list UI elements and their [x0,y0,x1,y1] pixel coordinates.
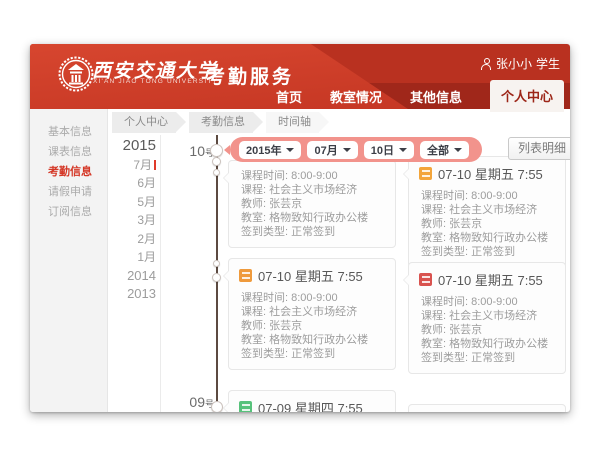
nav-item-personal-center[interactable]: 个人中心 [490,80,564,112]
status-badge-icon [239,401,252,412]
sidebar-item-attendance-info[interactable]: 考勤信息 [30,162,107,182]
course-time: 课程时间: 8:00-9:00 [241,169,383,183]
card-pointer [223,172,229,184]
sidebar: 基本信息 课表信息 考勤信息 请假申请 订阅信息 [30,109,108,412]
chevron-down-icon [399,148,407,152]
breadcrumb-timeline[interactable]: 时间轴 [266,112,319,133]
scope-dropdown[interactable]: 全部 [420,141,469,159]
course-time: 课程时间: 8:00-9:00 [241,291,383,305]
person-icon [481,58,492,69]
attendance-card: 07-09 星期四 7:55 课程时间: 8:00-9:00 课程: 社会主义市… [228,390,396,412]
classroom: 教室: 格物致知行政办公楼 [421,231,553,245]
month-nav-may[interactable]: 5月 [110,193,156,212]
classroom: 教室: 格物致知行政办公楼 [421,337,553,351]
breadcrumb-attendance-info[interactable]: 考勤信息 [189,112,253,133]
timeline-node [212,273,221,282]
chevron-down-icon [343,148,351,152]
app-header: 西安交通大学 XI'AN JIAO TONG UNIVERSITY 考勤服务 张… [30,44,570,109]
sidebar-item-basic-info[interactable]: 基本信息 [30,122,107,142]
filter-bar: 2015年 07月 10日 全部 [230,137,482,162]
teacher: 教师: 张芸京 [421,323,553,337]
month-nav-jul[interactable]: 7月 [110,156,156,175]
timeline-node [211,401,223,412]
nav-item-other-info[interactable]: 其他信息 [410,87,462,106]
card-pointer [403,168,409,180]
month-nav-mar[interactable]: 3月 [110,211,156,230]
chevron-down-icon [454,148,462,152]
nav-item-home[interactable]: 首页 [276,87,302,106]
month-nav-jun[interactable]: 6月 [110,174,156,193]
breadcrumb: 个人中心 考勤信息 时间轴 [112,112,332,133]
month-dropdown[interactable]: 07月 [307,141,357,159]
sidebar-item-subscription-info[interactable]: 订阅信息 [30,202,107,222]
day-dropdown[interactable]: 10日 [364,141,414,159]
card-title: 07-10 星期五 7:55 [438,164,543,183]
university-name-en: XI'AN JIAO TONG UNIVERSITY [93,78,218,85]
signin-type: 签到类型: 正常签到 [241,347,383,361]
vertical-divider [160,135,161,412]
signin-type: 签到类型: 正常签到 [421,351,553,365]
course-time: 课程时间: 8:00-9:00 [421,295,553,309]
course-name: 课程: 社会主义市场经济 [421,309,553,323]
status-badge-icon [419,167,432,180]
timeline-node [210,144,223,157]
card-pointer [403,274,409,286]
course-name: 课程: 社会主义市场经济 [241,183,383,197]
university-logo-icon [58,56,94,92]
card-title: 07-10 星期五 7:55 [438,270,543,289]
app-window: 西安交通大学 XI'AN JIAO TONG UNIVERSITY 考勤服务 张… [30,44,570,412]
timeline-node [212,157,221,166]
card-title: 07-10 星期五 7:55 [258,266,363,285]
timeline-cursor [154,160,156,170]
signin-type: 签到类型: 正常签到 [421,245,553,259]
day-label-10: 10号 [170,143,214,161]
sidebar-item-leave-request[interactable]: 请假申请 [30,182,107,202]
card-pointer [223,402,229,412]
sidebar-item-schedule-info[interactable]: 课表信息 [30,142,107,162]
chevron-down-icon [286,148,294,152]
attendance-card [408,404,566,412]
breadcrumb-personal-center[interactable]: 个人中心 [112,112,176,133]
status-badge-icon [239,269,252,282]
month-nav-feb[interactable]: 2月 [110,230,156,249]
nav-item-classrooms[interactable]: 教室情况 [330,87,382,106]
course-time: 课程时间: 8:00-9:00 [421,189,553,203]
timeline-year-nav: 2015 7月 6月 5月 3月 2月 1月 2014 2013 [110,137,156,304]
status-badge-icon [419,273,432,286]
attendance-card: 07-10 星期五 7:55 课程时间: 8:00-9:00 课程: 社会主义市… [228,258,396,370]
year-nav-2014[interactable]: 2014 [110,267,156,286]
course-name: 课程: 社会主义市场经济 [241,305,383,319]
year-nav-2015[interactable]: 2015 [110,137,156,156]
day-label-09: 09号 [170,394,214,412]
signin-type: 签到类型: 正常签到 [241,225,383,239]
teacher: 教师: 张芸京 [241,197,383,211]
main-nav: 首页 教室情况 其他信息 个人中心 [276,83,564,109]
course-name: 课程: 社会主义市场经济 [421,203,553,217]
user-info: 张小小 学生 [481,55,560,72]
user-name: 张小小 [496,55,532,72]
teacher: 教师: 张芸京 [241,319,383,333]
year-nav-2013[interactable]: 2013 [110,285,156,304]
user-role: 学生 [536,55,560,72]
attendance-card: 07-10 星期五 7:55 课程时间: 8:00-9:00 课程: 社会主义市… [408,156,566,268]
attendance-card: 07-10 星期五 7:55 课程时间: 8:00-9:00 课程: 社会主义市… [408,262,566,374]
year-dropdown[interactable]: 2015年 [239,141,301,159]
card-title: 07-09 星期四 7:55 [258,398,363,412]
month-nav-jan[interactable]: 1月 [110,248,156,267]
teacher: 教师: 张芸京 [421,217,553,231]
timeline-node [213,260,220,267]
timeline-node [213,169,220,176]
card-pointer [223,270,229,282]
list-detail-button[interactable]: 列表明细 [508,137,570,160]
classroom: 教室: 格物致知行政办公楼 [241,211,383,225]
attendance-card: 课程时间: 8:00-9:00 课程: 社会主义市场经济 教师: 张芸京 教室:… [228,160,396,248]
classroom: 教室: 格物致知行政办公楼 [241,333,383,347]
